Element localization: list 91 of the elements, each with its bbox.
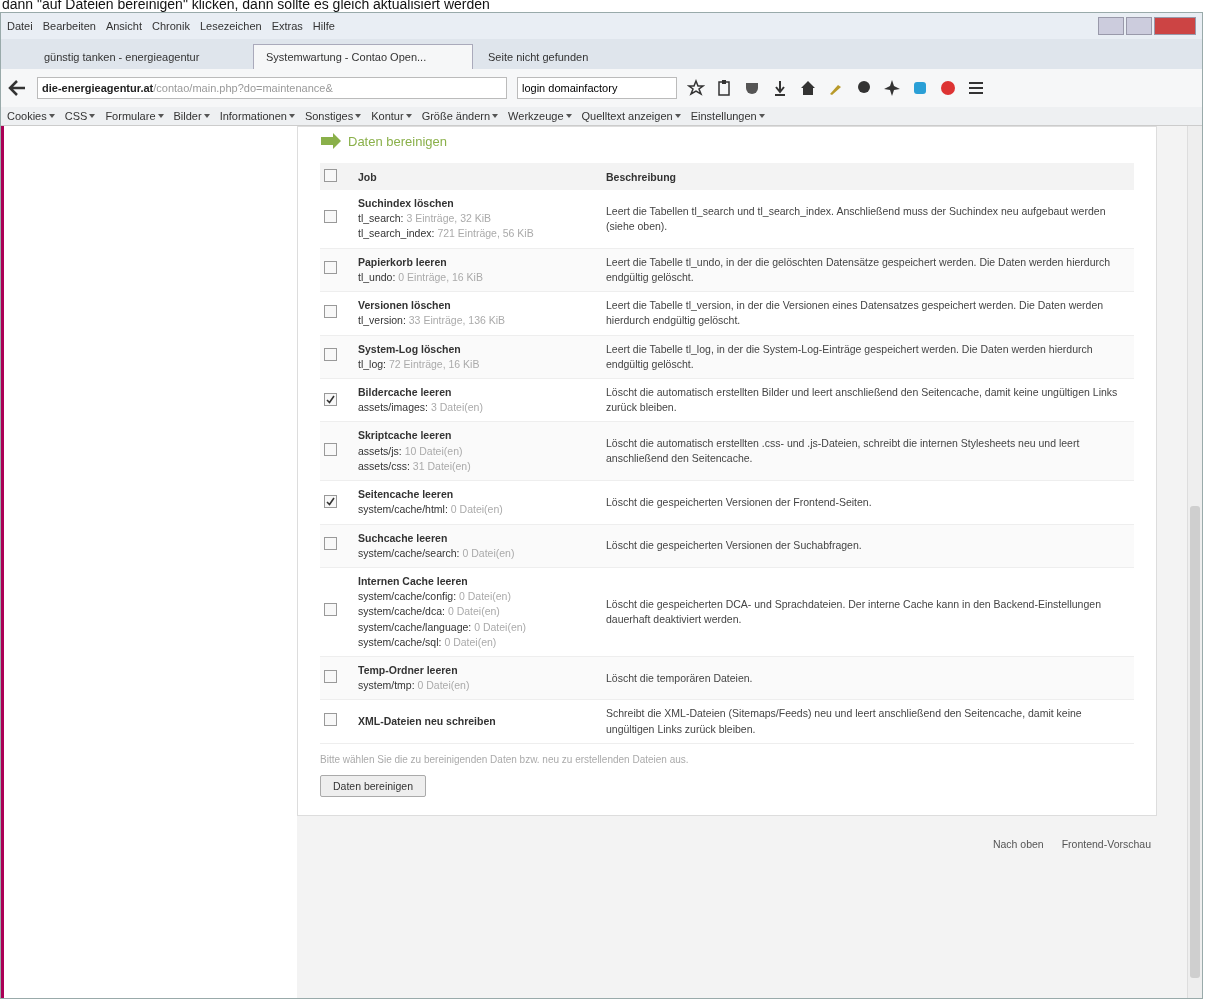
job-checkbox[interactable] — [324, 304, 337, 318]
menu-item[interactable]: Lesezeichen — [199, 20, 262, 32]
menu-item[interactable]: Ansicht — [105, 20, 142, 32]
job-detail: assets/css: 31 Datei(en) — [358, 458, 472, 474]
minimize-button[interactable] — [1098, 17, 1124, 35]
toolbar-menu[interactable]: Cookies — [7, 110, 55, 122]
job-name: Bildercache leeren — [358, 384, 453, 400]
job-description: Schreibt die XML-Dateien (Sitemaps/Feeds) neu und leert anschließend den Seitencache, damit keine ungültigen Links zurück bleiben. — [602, 699, 1134, 744]
home-icon[interactable] — [799, 79, 817, 97]
toolbar-menu[interactable]: Formulare — [105, 110, 164, 122]
browser-tab[interactable]: günstig tanken - energieagentur — [31, 44, 251, 69]
browser-tab[interactable]: Systemwartung - Contao Open... — [253, 44, 473, 69]
menu-icon[interactable] — [967, 79, 985, 97]
menu-item[interactable]: Extras — [271, 20, 303, 32]
star-icon[interactable] — [687, 79, 705, 97]
job-description: Leert die Tabellen tl_search und tl_search_index. Anschließend muss der Suchindex neu aufgebaut werden (siehe oben). — [602, 190, 1134, 249]
job-name: Suchindex löschen — [358, 196, 455, 211]
section-title: Daten bereinigen — [348, 133, 448, 149]
job-description: Leert die Tabelle tl_undo, in der die gelöschten Datensätze gespeichert werden. Die Daten werden hierdurch endgültig gelöscht. — [602, 248, 1134, 292]
toolbar-menu[interactable]: Bilder — [173, 110, 210, 122]
job-checkbox[interactable] — [324, 494, 337, 508]
job-name: Temp-Ordner leeren — [358, 663, 459, 679]
job-checkbox[interactable] — [324, 669, 337, 683]
arrow-icon — [320, 133, 342, 149]
toolbar-menu[interactable]: Größe ändern — [421, 110, 499, 122]
job-description: Löscht die automatisch erstellten .css- und .js-Dateien, schreibt die internen Stylesheets neu und leert anschließend den Seitencache. — [602, 421, 1134, 481]
footer-link[interactable]: Frontend-Vorschau — [1061, 837, 1151, 850]
scrollbar-thumb[interactable] — [1190, 506, 1200, 978]
address-field[interactable]: die-energieagentur.at/contao/main.php?do=maintenance& — [37, 77, 507, 99]
close-button[interactable] — [1154, 17, 1196, 35]
job-detail: tl_search: 3 Einträge, 32 KiB — [358, 211, 493, 227]
toolbar-menu[interactable]: Quelltext anzeigen — [581, 110, 681, 122]
toolbar-menu[interactable]: Einstellungen — [690, 110, 765, 122]
job-detail: tl_version: 33 Einträge, 136 KiB — [358, 313, 507, 329]
toolbar-menu[interactable]: Informationen — [219, 110, 295, 122]
job-checkbox[interactable] — [324, 713, 337, 727]
job-detail: assets/images: 3 Datei(en) — [358, 400, 484, 416]
hint-text: Bitte wählen Sie die zu bereinigenden Daten bzw. neu zu erstellenden Dateien aus. — [320, 753, 690, 765]
job-detail: tl_log: 72 Einträge, 16 KiB — [358, 356, 481, 372]
menu-item[interactable]: Hilfe — [312, 20, 335, 32]
toolbar-menu[interactable]: CSS — [64, 110, 96, 122]
select-all-checkbox[interactable] — [324, 169, 337, 182]
job-description: Löscht die gespeicherten DCA- und Sprachdateien. Der interne Cache kann in den Backend-Einstellungen dauerhaft deaktiviert werden. — [602, 567, 1134, 657]
job-detail: system/cache/html: 0 Datei(en) — [358, 502, 504, 518]
job-description: Löscht die gespeicherten Versionen der Suchabfragen. — [602, 524, 1134, 568]
job-description: Leert die Tabelle tl_log, in der die System-Log-Einträge gespeichert werden. Die Daten werden hierdurch endgültig gelöscht. — [602, 335, 1134, 379]
search-field[interactable]: login domainfactory — [517, 77, 677, 99]
purge-button[interactable]: Daten bereinigen — [320, 774, 426, 797]
footer-link[interactable]: Nach oben — [992, 837, 1044, 850]
job-detail: tl_search_index: 721 Einträge, 56 KiB — [358, 226, 535, 242]
job-detail: system/cache/search: 0 Datei(en) — [358, 545, 516, 561]
job-name: Skriptcache leeren — [358, 428, 453, 444]
job-checkbox[interactable] — [324, 261, 337, 275]
job-checkbox[interactable] — [324, 348, 337, 362]
job-name: System-Log löschen — [358, 341, 462, 357]
job-description: Löscht die temporären Dateien. — [602, 656, 1134, 700]
plane-icon[interactable] — [883, 79, 901, 97]
maximize-button[interactable] — [1126, 17, 1152, 35]
job-detail: system/cache/sql: 0 Datei(en) — [358, 634, 498, 650]
toolbar-menu[interactable]: Kontur — [371, 110, 412, 122]
job-name: Internen Cache leeren — [358, 573, 469, 589]
job-name: Papierkorb leeren — [358, 254, 448, 270]
job-description: Leert die Tabelle tl_version, in der die Versionen eines Datensatzes gespeichert werden. Die Daten werden hierdurch endgültig gelöscht. — [602, 291, 1134, 336]
square-icon[interactable] — [911, 79, 929, 97]
back-icon[interactable] — [7, 79, 27, 97]
job-name: XML-Dateien neu schreiben — [358, 714, 497, 730]
job-checkbox[interactable] — [324, 392, 337, 406]
job-name: Seitencache leeren — [358, 487, 455, 503]
job-detail: tl_undo: 0 Einträge, 16 KiB — [358, 269, 484, 285]
job-name: Suchcache leeren — [358, 530, 449, 546]
job-name: Versionen löschen — [358, 298, 452, 314]
toolbar-menu[interactable]: Sonstiges — [304, 110, 362, 122]
menu-item[interactable]: Datei — [7, 20, 33, 32]
job-checkbox[interactable] — [324, 442, 337, 456]
job-checkbox[interactable] — [324, 603, 337, 617]
column-header: Job — [354, 163, 602, 190]
job-checkbox[interactable] — [324, 210, 337, 224]
job-detail: assets/js: 10 Datei(en) — [358, 443, 464, 459]
menu-item[interactable]: Bearbeiten — [42, 20, 96, 32]
column-header: Beschreibung — [602, 163, 1134, 190]
job-detail: system/cache/config: 0 Datei(en) — [358, 589, 512, 605]
menu-item[interactable]: Chronik — [152, 20, 190, 32]
browser-tab[interactable]: Seite nicht gefunden — [475, 44, 695, 69]
job-detail: system/tmp: 0 Datei(en) — [358, 678, 471, 694]
clipboard-icon[interactable] — [715, 79, 733, 97]
job-detail: system/cache/language: 0 Datei(en) — [358, 619, 528, 635]
job-checkbox[interactable] — [324, 537, 337, 551]
job-description: Löscht die automatisch erstellten Bilder und leert anschließend den Seitencache, damit keine ungültigen Links zurück bleiben. — [602, 378, 1134, 422]
toolbar-menu[interactable]: Werkzeuge — [508, 110, 572, 122]
job-detail: system/cache/dca: 0 Datei(en) — [358, 604, 501, 620]
job-description: Löscht die gespeicherten Versionen der Frontend-Seiten. — [602, 480, 1134, 524]
